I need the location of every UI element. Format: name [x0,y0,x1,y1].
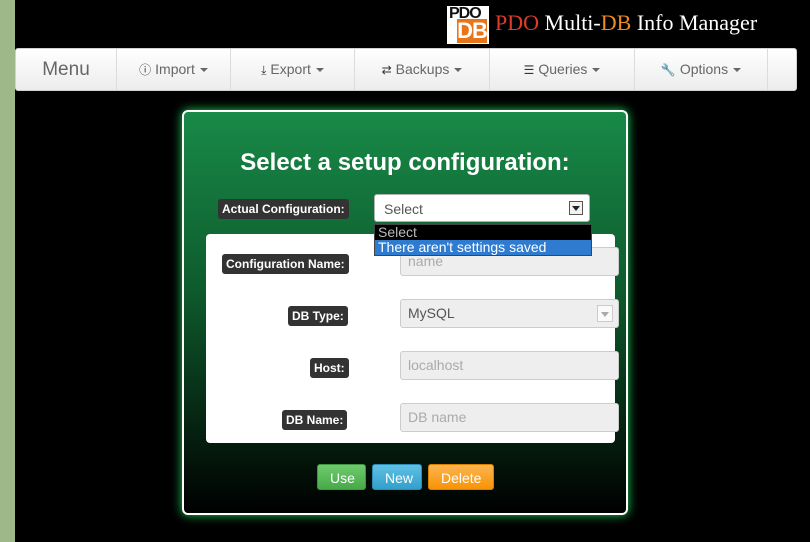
use-button[interactable]: Use [317,464,366,490]
pdo-db-logo: PDO DB [447,5,489,44]
dropdown-option-highlighted[interactable]: There aren't settings saved [375,240,591,255]
nav-queries[interactable]: ☰ Queries [489,49,634,90]
actual-config-select[interactable]: Select [374,194,590,222]
app-title: PDO Multi-DB Info Manager [495,10,757,36]
app-title-rest: Info Manager [631,10,758,35]
caret-down-icon [315,68,324,73]
db-type-value: MySQL [408,305,455,321]
db-name-input[interactable]: DB name [400,403,619,432]
panel-title: Select a setup configuration: [240,149,570,176]
dropdown-option[interactable]: Select [375,225,591,240]
caret-down-icon [454,68,463,73]
select-arrow-icon[interactable] [597,305,613,322]
caret-down-icon [733,68,742,73]
list-alt-icon: ☰ [523,63,535,77]
select-arrow-icon[interactable] [569,201,583,215]
config-dropdown-list: Select There aren't settings saved [374,224,592,256]
caret-down-icon [592,68,601,73]
app-title-pdo: PDO [495,10,540,35]
nav-backups[interactable]: ⇄ Backups [354,49,489,90]
new-button[interactable]: New [372,464,422,490]
setup-panel: Select a setup configuration: Actual Con… [182,110,628,515]
host-label: Host: [310,358,349,378]
actual-config-selected: Select [384,201,423,217]
caret-down-icon [199,68,208,73]
nav-queries-label: Queries [538,61,588,77]
retweet-icon: ⇄ [381,63,392,77]
db-type-select[interactable]: MySQL [400,299,619,328]
delete-button[interactable]: Delete [428,464,494,490]
nav-import-label: Import [155,61,195,77]
download-icon: ⤓ [261,63,267,77]
nav-options-label: Options [679,61,729,77]
config-form: Configuration Name: name DB Type: MySQL … [206,234,619,443]
db-name-label: DB Name: [282,410,348,430]
nav-backups-label: Backups [395,61,450,77]
db-type-label: DB Type: [288,306,348,326]
logo-bottom-text: DB [457,18,488,43]
info-circle-icon: ⓘ [139,63,152,77]
config-name-label: Configuration Name: [222,254,349,274]
main-navbar: Menu ⓘ Import ⤓ Export ⇄ Backups ☰ Queries 🔧… [15,48,797,91]
nav-options[interactable]: 🔧 Options [634,49,768,90]
menu-brand[interactable]: Menu [16,49,116,90]
actual-config-label: Actual Configuration: [218,199,349,219]
nav-export-label: Export [270,61,311,77]
wrench-icon: 🔧 [660,63,676,77]
host-input[interactable]: localhost [400,351,619,380]
nav-import[interactable]: ⓘ Import [116,49,230,90]
app-title-db: DB [600,10,632,35]
app-stage: PDO DB PDO Multi-DB Info Manager Menu ⓘ I… [15,0,810,542]
app-title-multi: Multi- [539,10,601,35]
nav-export[interactable]: ⤓ Export [230,49,354,90]
